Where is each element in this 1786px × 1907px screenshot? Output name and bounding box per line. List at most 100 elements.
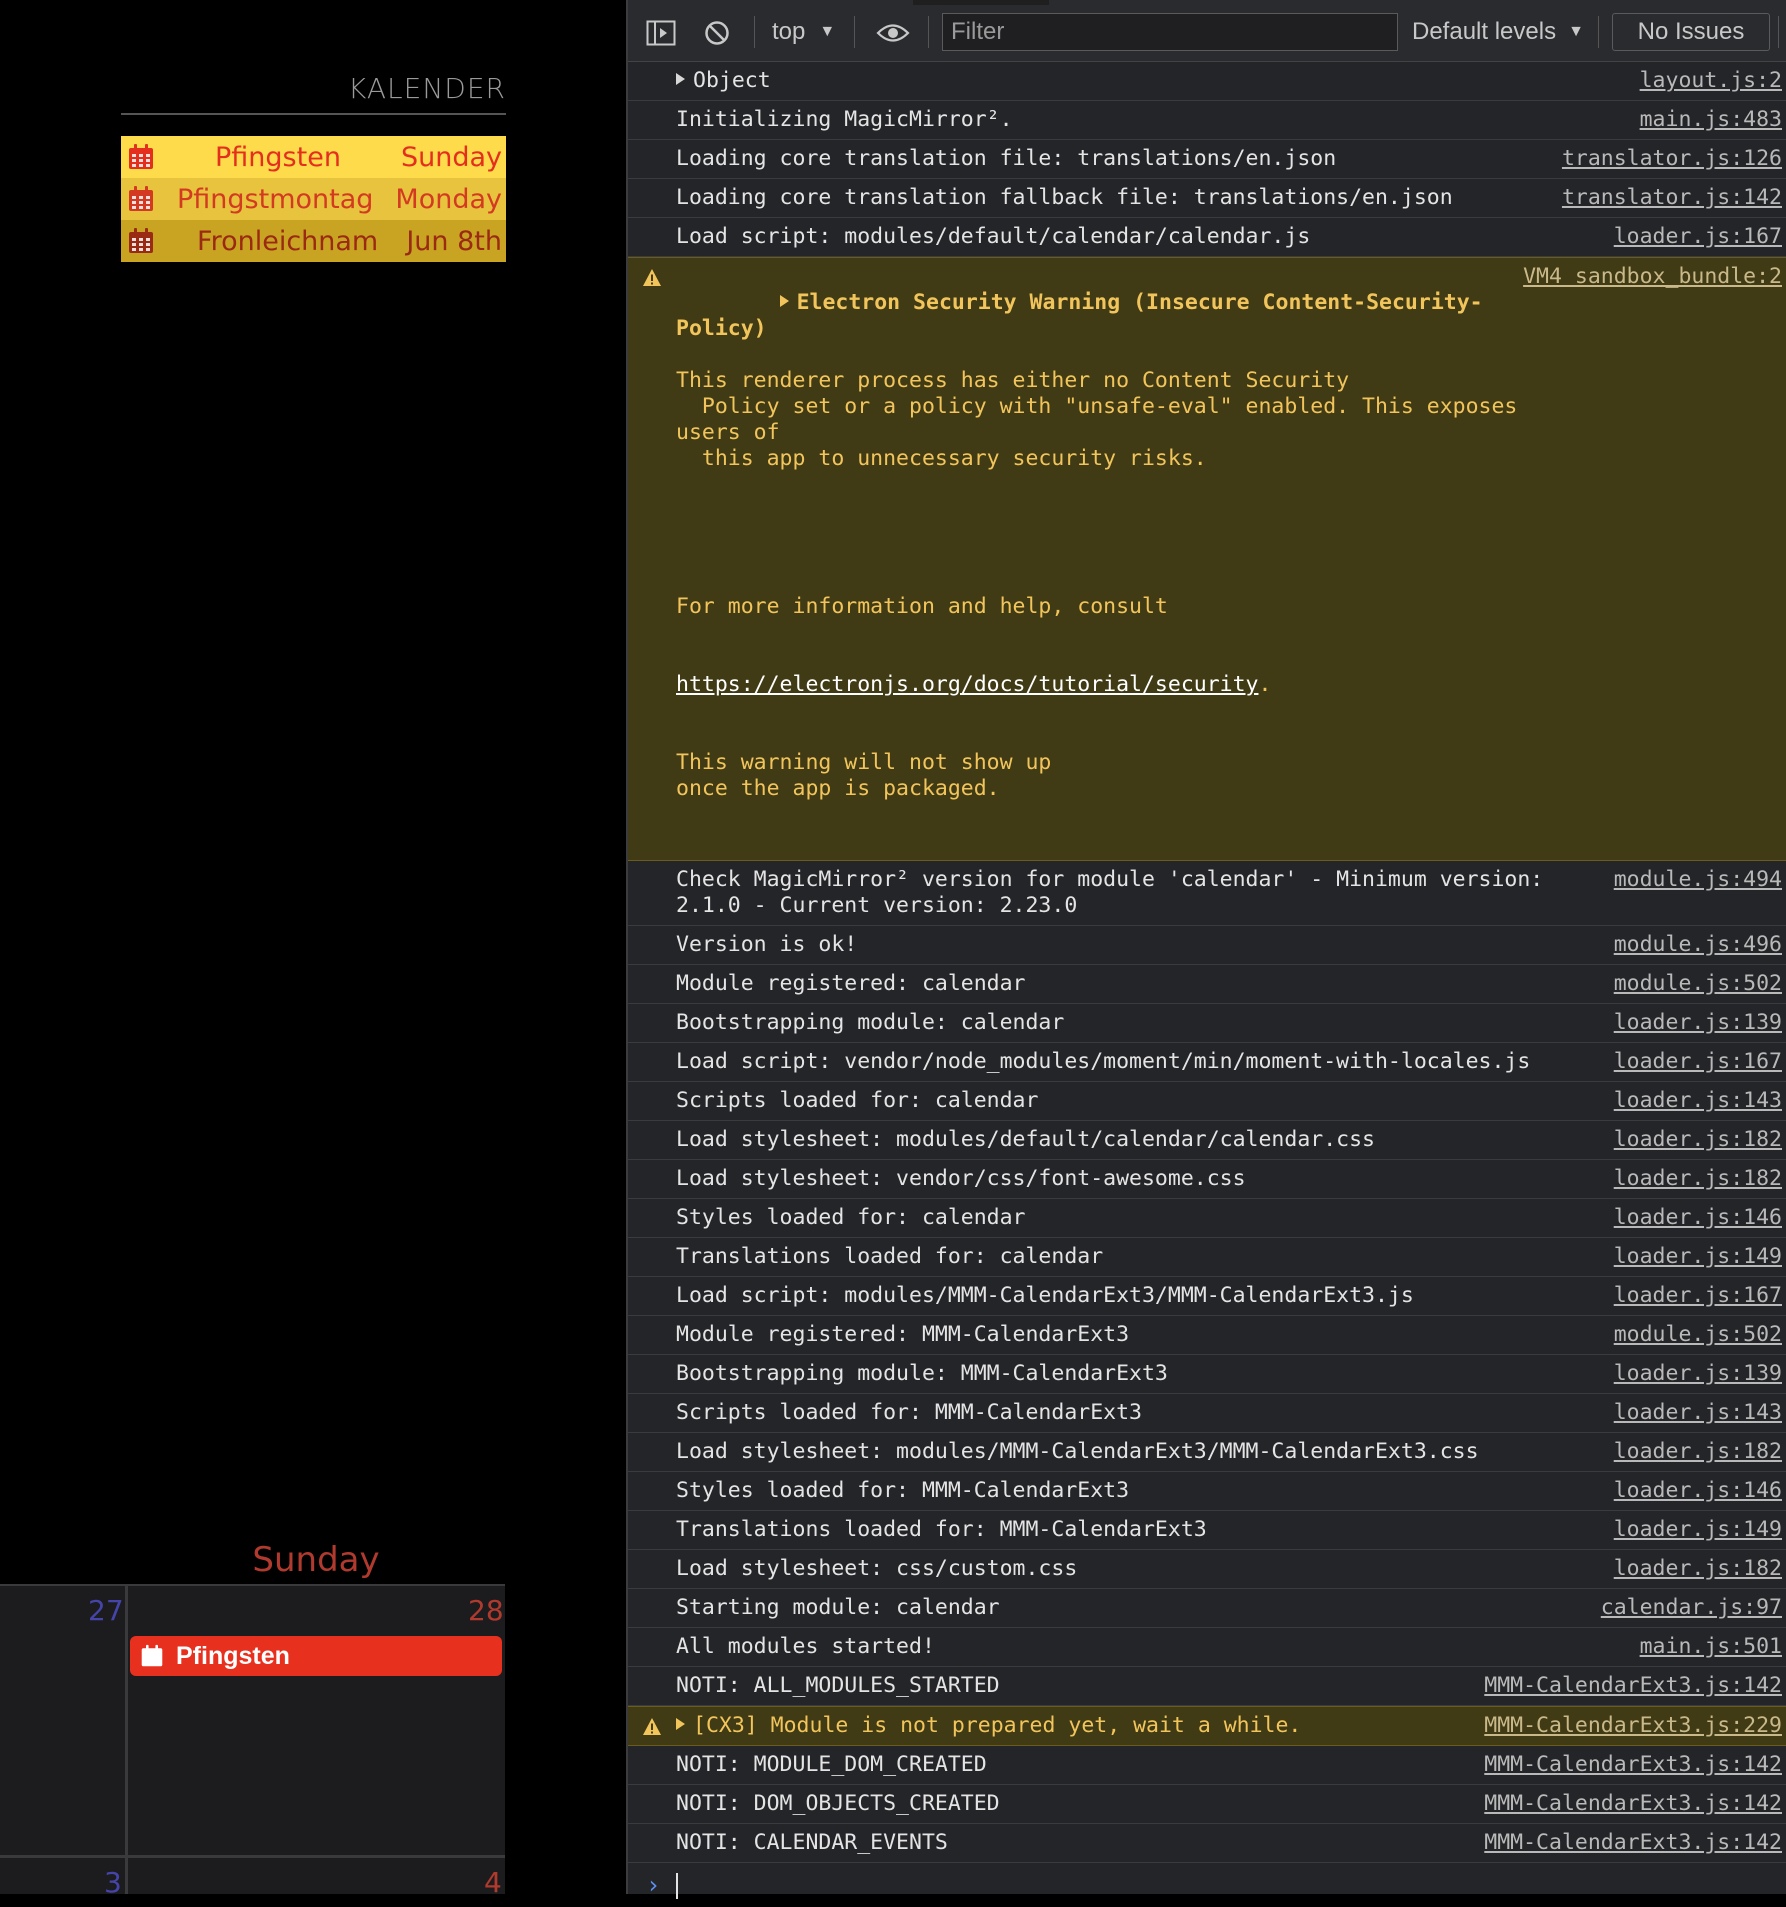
console-message: Check MagicMirror² version for module 'c… [628,861,1786,926]
expand-caret-icon[interactable] [779,295,789,307]
clear-console-icon[interactable] [704,20,730,46]
source-link[interactable]: main.js:501 [1640,1634,1782,1660]
calendar-event-row: Pfingstmontag Monday [121,178,506,220]
week-grid [0,1584,505,1894]
source-link[interactable]: loader.js:182 [1614,1166,1782,1192]
warning-body: This warning will not show up once the a… [676,750,1052,801]
prompt-chevron-icon: › [646,1871,661,1899]
event-time: Jun 8th [406,225,502,257]
day-number: 3 [104,1866,122,1894]
event-time: Monday [395,183,502,215]
console-message: Scripts loaded for: MMM-CalendarExt3 loa… [628,1394,1786,1433]
source-link[interactable]: loader.js:139 [1614,1361,1782,1387]
source-link[interactable]: translator.js:142 [1562,185,1782,211]
source-link[interactable]: loader.js:167 [1614,224,1782,250]
source-link[interactable]: loader.js:143 [1614,1400,1782,1426]
source-link[interactable]: loader.js:146 [1614,1205,1782,1231]
source-link[interactable]: loader.js:182 [1614,1439,1782,1465]
expand-caret-icon[interactable] [676,73,685,85]
console-warning[interactable]: Electron Security Warning (Insecure Cont… [628,257,1786,861]
expand-caret-icon[interactable] [676,1718,685,1730]
source-link[interactable]: translator.js:126 [1562,146,1782,172]
event-time: Sunday [400,141,502,173]
calendar-icon [140,1644,164,1668]
source-link[interactable]: loader.js:182 [1614,1556,1782,1582]
context-label: top [772,18,806,45]
source-link[interactable]: loader.js:167 [1614,1283,1782,1309]
console-warning[interactable]: [CX3] Module is not prepared yet, wait a… [628,1706,1786,1746]
dropdown-arrow-icon: ▼ [1568,23,1584,40]
console-message: Translations loaded for: calendar loader… [628,1238,1786,1277]
toolbar-separator [1778,16,1779,48]
source-link[interactable]: loader.js:167 [1614,1049,1782,1075]
console-message: NOTI: CALENDAR_EVENTS MMM-CalendarExt3.j… [628,1824,1786,1863]
log-levels-dropdown[interactable]: Default levels ▼ [1412,18,1584,46]
calendar-event-row: Pfingsten Sunday [121,136,506,178]
message-text: Initializing MagicMirror². [676,107,1013,132]
calendar-icon [127,227,155,255]
toolbar-separator [754,16,755,48]
console-message: Loading core translation fallback file: … [628,179,1786,218]
console-message: Version is ok! module.js:496 [628,926,1786,965]
source-link[interactable]: loader.js:139 [1614,1010,1782,1036]
source-link[interactable]: loader.js:143 [1614,1088,1782,1114]
sidebar-toggle-icon[interactable] [646,20,676,46]
source-link[interactable]: module.js:494 [1614,867,1782,893]
source-link[interactable]: loader.js:146 [1614,1478,1782,1504]
grid-divider [125,1584,128,1894]
security-docs-link[interactable]: https://electronjs.org/docs/tutorial/sec… [676,672,1258,697]
source-link[interactable]: loader.js:182 [1614,1127,1782,1153]
dropdown-arrow-icon: ▼ [819,23,836,40]
calendar-title-divider [121,113,506,115]
warning-icon [643,269,661,286]
message-text: Object [693,68,771,93]
console-message: Initializing MagicMirror². main.js:483 [628,101,1786,140]
context-selector[interactable]: top ▼ [772,18,835,46]
grid-divider [0,1584,505,1586]
console-message: Load script: modules/MMM-CalendarExt3/MM… [628,1277,1786,1316]
console-message: Styles loaded for: calendar loader.js:14… [628,1199,1786,1238]
toolbar-separator [854,16,855,48]
source-link[interactable]: module.js:496 [1614,932,1782,958]
grid-divider [0,1855,505,1858]
source-link[interactable]: calendar.js:97 [1601,1595,1782,1621]
source-link[interactable]: MMM-CalendarExt3.js:142 [1484,1673,1782,1699]
calendar-title: KALENDER [348,72,506,105]
console-message: NOTI: DOM_OBJECTS_CREATED MMM-CalendarEx… [628,1785,1786,1824]
warning-body: This renderer process has either no Cont… [676,368,1518,471]
source-link[interactable]: module.js:502 [1614,1322,1782,1348]
console-message: Load stylesheet: vendor/css/font-awesome… [628,1160,1786,1199]
source-link[interactable]: main.js:483 [1640,107,1782,133]
source-link[interactable]: VM4 sandbox_bundle:2 [1523,264,1782,290]
console-message: Loading core translation file: translati… [628,140,1786,179]
console-message: Load script: vendor/node_modules/moment/… [628,1043,1786,1082]
source-link[interactable]: MMM-CalendarExt3.js:142 [1484,1791,1782,1817]
calendar-event-row: Fronleichnam Jun 8th [121,220,506,262]
toolbar-separator [1598,16,1599,48]
console-message: NOTI: ALL_MODULES_STARTED MMM-CalendarEx… [628,1667,1786,1706]
day-number: 4 [484,1866,502,1894]
source-link[interactable]: layout.js:2 [1640,68,1782,94]
console-prompt[interactable]: › [628,1863,1786,1907]
warning-icon [643,1718,661,1735]
source-link[interactable]: loader.js:149 [1614,1244,1782,1270]
eye-icon[interactable] [876,22,910,44]
console-message: Scripts loaded for: calendar loader.js:1… [628,1082,1786,1121]
console-message[interactable]: Object layout.js:2 [628,62,1786,101]
source-link[interactable]: loader.js:149 [1614,1517,1782,1543]
event-name: Fronleichnam [197,225,379,257]
week-event: Pfingsten [130,1636,502,1676]
source-link[interactable]: module.js:502 [1614,971,1782,997]
console-message: NOTI: MODULE_DOM_CREATED MMM-CalendarExt… [628,1746,1786,1785]
source-link[interactable]: MMM-CalendarExt3.js:229 [1484,1713,1782,1739]
message-text: [CX3] Module is not prepared yet, wait a… [693,1713,1302,1738]
console-filter-input[interactable] [942,13,1398,51]
source-link[interactable]: MMM-CalendarExt3.js:142 [1484,1752,1782,1778]
calendar-icon [127,185,155,213]
issues-button[interactable]: No Issues [1612,13,1770,51]
console-toolbar: top ▼ Default levels ▼ No Issues [628,0,1786,62]
source-link[interactable]: MMM-CalendarExt3.js:142 [1484,1830,1782,1856]
warning-title: Electron Security Warning (Insecure Cont… [676,290,1483,341]
console-message: Styles loaded for: MMM-CalendarExt3 load… [628,1472,1786,1511]
console-message: Module registered: MMM-CalendarExt3 modu… [628,1316,1786,1355]
